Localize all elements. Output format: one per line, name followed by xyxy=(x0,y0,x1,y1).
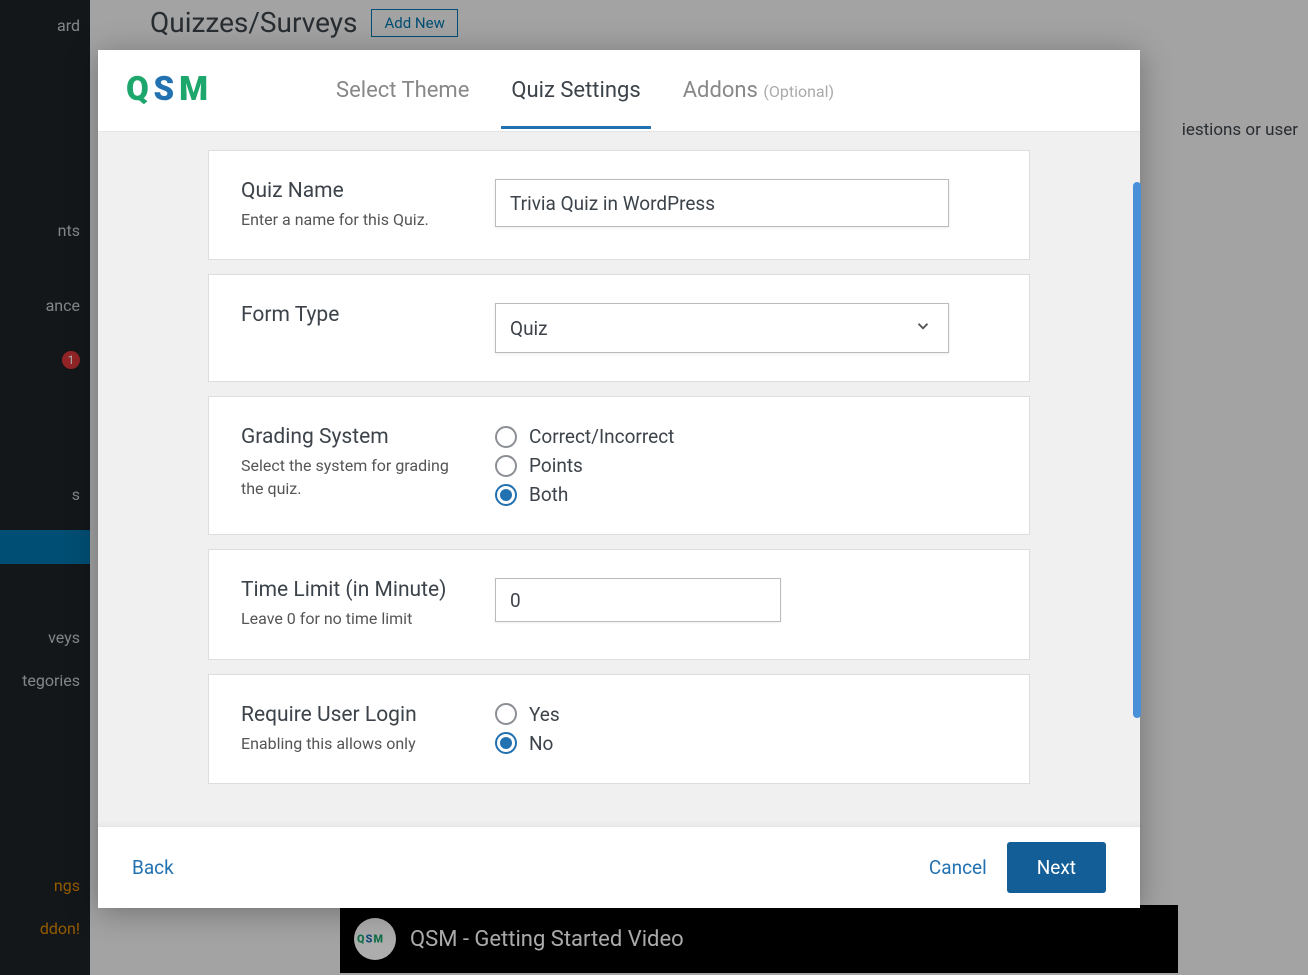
qsm-logo: Q S M xyxy=(126,69,236,113)
tab-quiz-settings[interactable]: Quiz Settings xyxy=(511,52,640,129)
time-limit-input[interactable] xyxy=(495,578,781,622)
radio-label: Both xyxy=(529,483,568,506)
svg-text:M: M xyxy=(179,70,208,109)
radio-label: Correct/Incorrect xyxy=(529,425,674,448)
radio-icon xyxy=(495,703,517,725)
setting-require-login: Require User Login Enabling this allows … xyxy=(208,674,1030,784)
quiz-name-label: Quiz Name xyxy=(241,179,471,203)
require-login-sublabel: Enabling this allows only xyxy=(241,733,471,755)
radio-label: Points xyxy=(529,454,583,477)
tab-label: Addons xyxy=(683,78,758,103)
radio-icon xyxy=(495,455,517,477)
radio-icon xyxy=(495,426,517,448)
quiz-name-input[interactable] xyxy=(495,179,949,227)
grading-option-points[interactable]: Points xyxy=(495,454,997,477)
grading-radio-group: Correct/Incorrect Points Both xyxy=(495,425,997,506)
grading-label: Grading System xyxy=(241,425,471,449)
modal-header: Q S M Select Theme Quiz Settings Addons … xyxy=(98,50,1140,132)
grading-sublabel: Select the system for grading the quiz. xyxy=(241,455,471,500)
qsm-logo-icon: Q S M xyxy=(126,69,236,109)
time-limit-sublabel: Leave 0 for no time limit xyxy=(241,608,471,630)
setting-grading-system: Grading System Select the system for gra… xyxy=(208,396,1030,535)
radio-label: No xyxy=(529,732,553,755)
grading-option-both[interactable]: Both xyxy=(495,483,997,506)
back-button[interactable]: Back xyxy=(132,856,174,879)
require-login-radio-group: Yes No xyxy=(495,703,997,755)
radio-label: Yes xyxy=(529,703,560,726)
setting-time-limit: Time Limit (in Minute) Leave 0 for no ti… xyxy=(208,549,1030,659)
form-type-select[interactable]: Quiz xyxy=(495,303,949,353)
modal-tabs: Select Theme Quiz Settings Addons (Optio… xyxy=(336,52,834,129)
svg-text:S: S xyxy=(154,70,175,109)
require-login-label: Require User Login xyxy=(241,703,471,727)
tab-addons[interactable]: Addons (Optional) xyxy=(683,52,834,129)
setting-quiz-name: Quiz Name Enter a name for this Quiz. xyxy=(208,150,1030,260)
tab-select-theme[interactable]: Select Theme xyxy=(336,52,469,129)
modal-footer: Back Cancel Next xyxy=(98,826,1140,908)
cancel-button[interactable]: Cancel xyxy=(929,856,987,879)
radio-icon xyxy=(495,732,517,754)
require-login-yes[interactable]: Yes xyxy=(495,703,997,726)
tab-optional-label: (Optional) xyxy=(763,82,834,101)
next-button[interactable]: Next xyxy=(1007,842,1106,893)
form-type-value: Quiz xyxy=(510,317,548,340)
quiz-wizard-modal: Q S M Select Theme Quiz Settings Addons … xyxy=(98,50,1140,908)
chevron-down-icon xyxy=(914,317,932,339)
svg-text:Q: Q xyxy=(126,70,149,109)
radio-icon xyxy=(495,484,517,506)
time-limit-label: Time Limit (in Minute) xyxy=(241,578,471,602)
require-login-no[interactable]: No xyxy=(495,732,997,755)
modal-body: Quiz Name Enter a name for this Quiz. Fo… xyxy=(98,132,1140,826)
setting-form-type: Form Type Quiz xyxy=(208,274,1030,382)
modal-scrollbar[interactable] xyxy=(1133,182,1141,718)
grading-option-correct-incorrect[interactable]: Correct/Incorrect xyxy=(495,425,997,448)
quiz-name-sublabel: Enter a name for this Quiz. xyxy=(241,209,471,231)
form-type-label: Form Type xyxy=(241,303,471,327)
